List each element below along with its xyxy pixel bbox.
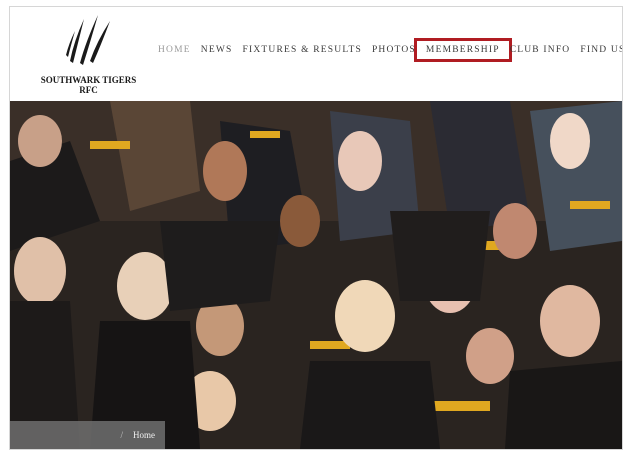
hero-image: / Home	[10, 101, 622, 449]
nav-membership[interactable]: MEMBERSHIP	[413, 38, 512, 62]
club-name-line1: SOUTHWARK TIGERS	[40, 75, 137, 85]
breadcrumb-separator: /	[120, 430, 123, 440]
nav-news[interactable]: NEWS	[196, 45, 238, 55]
nav-club-info[interactable]: CLUB INFO	[505, 45, 576, 55]
nav-fixtures-results[interactable]: FIXTURES & RESULTS	[238, 45, 367, 55]
nav-photos[interactable]: PHOTOS	[367, 45, 421, 55]
nav-home[interactable]: HOME	[153, 45, 196, 55]
claw-marks-icon	[66, 15, 110, 65]
club-name-line2: RFC	[79, 85, 98, 95]
nav-find-us[interactable]: FIND US	[575, 45, 622, 55]
main-nav: HOME NEWS FIXTURES & RESULTS PHOTOS MEMB…	[153, 38, 622, 62]
club-name: SOUTHWARK TIGERS RFC	[36, 75, 141, 95]
team-crowd-illustration	[10, 101, 622, 449]
breadcrumb-home-link[interactable]: Home	[133, 430, 155, 440]
page-frame: SOUTHWARK TIGERS RFC HOME NEWS FIXTURES …	[9, 6, 623, 450]
breadcrumb: / Home	[10, 421, 165, 449]
club-logo[interactable]: SOUTHWARK TIGERS RFC	[36, 11, 141, 101]
